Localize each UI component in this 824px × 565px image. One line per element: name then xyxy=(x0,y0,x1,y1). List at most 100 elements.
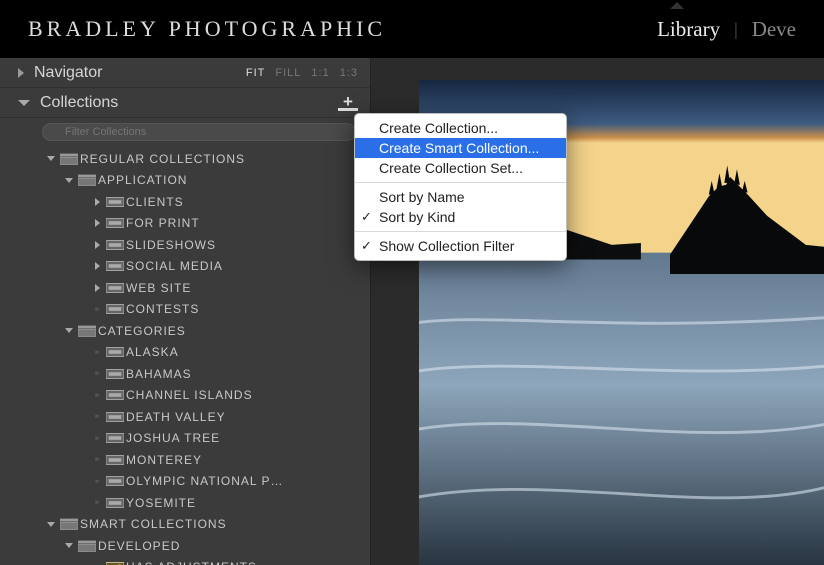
tree-item[interactable]: ▹OLYMPIC NATIONAL P… xyxy=(6,471,364,493)
zoom-fit[interactable]: FIT xyxy=(246,67,266,79)
tree-label: CATEGORIES xyxy=(98,324,186,338)
tree-label: DEVELOPED xyxy=(98,539,180,553)
tree-item[interactable]: SLIDESHOWS xyxy=(6,234,364,256)
identity-plate: BRADLEY PHOTOGRAPHIC xyxy=(28,16,386,42)
zoom-1-1[interactable]: 1:1 xyxy=(311,67,329,79)
dotted-caret-icon: ▹ xyxy=(96,435,99,442)
collection-icon xyxy=(104,346,126,358)
tree-item[interactable]: ▹ YOSEMITE xyxy=(6,492,364,514)
tree-item[interactable]: ▹ ALASKA xyxy=(6,342,364,364)
menu-sort-by-name[interactable]: Sort by Name xyxy=(355,187,566,207)
tree-label: CONTESTS xyxy=(126,302,199,316)
panel-collapse-caret[interactable] xyxy=(670,2,684,9)
module-library[interactable]: Library xyxy=(657,17,720,42)
chevron-down-icon xyxy=(65,328,73,333)
dotted-caret-icon: ▹ xyxy=(96,499,99,506)
dotted-caret-icon: ▹ xyxy=(96,456,99,463)
collection-icon xyxy=(104,303,126,315)
tree-label: APPLICATION xyxy=(98,173,187,187)
collections-panel-header[interactable]: Collections + xyxy=(0,88,370,118)
collection-icon xyxy=(104,497,126,509)
chevron-down-icon xyxy=(65,543,73,548)
navigator-title: Navigator xyxy=(34,64,246,82)
tree-label: SLIDESHOWS xyxy=(126,238,216,252)
tree-item[interactable]: ▹ MONTEREY xyxy=(6,449,364,471)
collection-icon xyxy=(104,475,126,487)
module-picker: Library | Deve xyxy=(657,17,796,42)
tree-label: REGULAR COLLECTIONS xyxy=(80,152,245,166)
menu-divider xyxy=(355,231,566,232)
menu-create-collection[interactable]: Create Collection... xyxy=(355,118,566,138)
filter-row xyxy=(0,118,370,146)
collection-set-icon xyxy=(58,518,80,530)
tree-label: FOR PRINT xyxy=(126,216,200,230)
smart-collection-icon xyxy=(104,561,126,565)
tree-label: WEB SITE xyxy=(126,281,191,295)
dotted-caret-icon: ▹ xyxy=(96,370,99,377)
module-develop[interactable]: Deve xyxy=(752,17,796,42)
check-icon: ✓ xyxy=(361,209,372,225)
tree-label: CLIENTS xyxy=(126,195,184,209)
collection-set-icon xyxy=(58,153,80,165)
chevron-right-icon xyxy=(95,284,100,292)
tree-item[interactable]: ▹ CHANNEL ISLANDS xyxy=(6,385,364,407)
tree-group-application[interactable]: APPLICATION xyxy=(6,170,364,192)
tree-item[interactable]: ▹DEATH VALLEY xyxy=(6,406,364,428)
tree-item[interactable]: CLIENTS xyxy=(6,191,364,213)
tree-label: MONTEREY xyxy=(126,453,202,467)
tree-group-developed[interactable]: DEVELOPED xyxy=(6,535,364,557)
menu-sort-by-kind[interactable]: ✓Sort by Kind xyxy=(355,207,566,227)
tree-item[interactable]: FOR PRINT xyxy=(6,213,364,235)
collection-icon xyxy=(104,196,126,208)
collections-title: Collections xyxy=(40,94,338,112)
tree-label: HAS ADJUSTMENTS xyxy=(126,560,257,565)
dotted-caret-icon: ▹ xyxy=(96,349,99,356)
collection-set-icon xyxy=(76,174,98,186)
navigator-panel-header[interactable]: Navigator FIT FILL 1:1 1:3 xyxy=(0,58,370,88)
tree-group-categories[interactable]: CATEGORIES xyxy=(6,320,364,342)
chevron-right-icon xyxy=(95,262,100,270)
zoom-1-3[interactable]: 1:3 xyxy=(340,67,358,79)
tree-item[interactable]: ▹ CONTESTS xyxy=(6,299,364,321)
tree-item[interactable]: ▹ BAHAMAS xyxy=(6,363,364,385)
menu-show-collection-filter[interactable]: ✓Show Collection Filter xyxy=(355,236,566,256)
chevron-right-icon xyxy=(95,241,100,249)
tree-label: BAHAMAS xyxy=(126,367,192,381)
dotted-caret-icon: ▹ xyxy=(96,306,99,313)
left-panel: Navigator FIT FILL 1:1 1:3 Collections + xyxy=(0,58,371,565)
collection-set-icon xyxy=(76,540,98,552)
collection-icon xyxy=(104,432,126,444)
collection-icon xyxy=(104,260,126,272)
tree-label: ALASKA xyxy=(126,345,179,359)
chevron-down-icon xyxy=(47,522,55,527)
chevron-down-icon xyxy=(65,178,73,183)
tree-group-regular[interactable]: REGULAR COLLECTIONS xyxy=(6,148,364,170)
tree-item[interactable]: ▹ JOSHUA TREE xyxy=(6,428,364,450)
collection-set-icon xyxy=(76,325,98,337)
tree-label: YOSEMITE xyxy=(126,496,196,510)
tree-item[interactable]: SOCIAL MEDIA xyxy=(6,256,364,278)
menu-create-smart-collection[interactable]: Create Smart Collection... xyxy=(355,138,566,158)
filter-collections-input[interactable] xyxy=(42,123,356,141)
add-collection-context-menu: Create Collection... Create Smart Collec… xyxy=(354,113,567,261)
tree-item[interactable]: WEB SITE xyxy=(6,277,364,299)
chevron-down-icon xyxy=(47,156,55,161)
navigator-zoom-options: FIT FILL 1:1 1:3 xyxy=(246,67,358,79)
tree-group-smart[interactable]: SMART COLLECTIONS xyxy=(6,514,364,536)
tree-label: SOCIAL MEDIA xyxy=(126,259,223,273)
dotted-caret-icon: ▹ xyxy=(96,392,99,399)
collection-icon xyxy=(104,282,126,294)
tree-item[interactable]: ▹HAS ADJUSTMENTS xyxy=(6,557,364,565)
collections-tree: REGULAR COLLECTIONS APPLICATION CLIENTS … xyxy=(0,146,370,565)
menu-create-collection-set[interactable]: Create Collection Set... xyxy=(355,158,566,178)
collection-icon xyxy=(104,389,126,401)
add-collection-button[interactable]: + xyxy=(338,95,358,111)
chevron-right-icon xyxy=(18,68,24,78)
collection-icon xyxy=(104,454,126,466)
tree-label: CHANNEL ISLANDS xyxy=(126,388,253,402)
dotted-caret-icon: ▹ xyxy=(96,478,99,485)
dotted-caret-icon: ▹ xyxy=(96,413,99,420)
collection-icon xyxy=(104,239,126,251)
zoom-fill[interactable]: FILL xyxy=(275,67,301,79)
tree-label: JOSHUA TREE xyxy=(126,431,220,445)
